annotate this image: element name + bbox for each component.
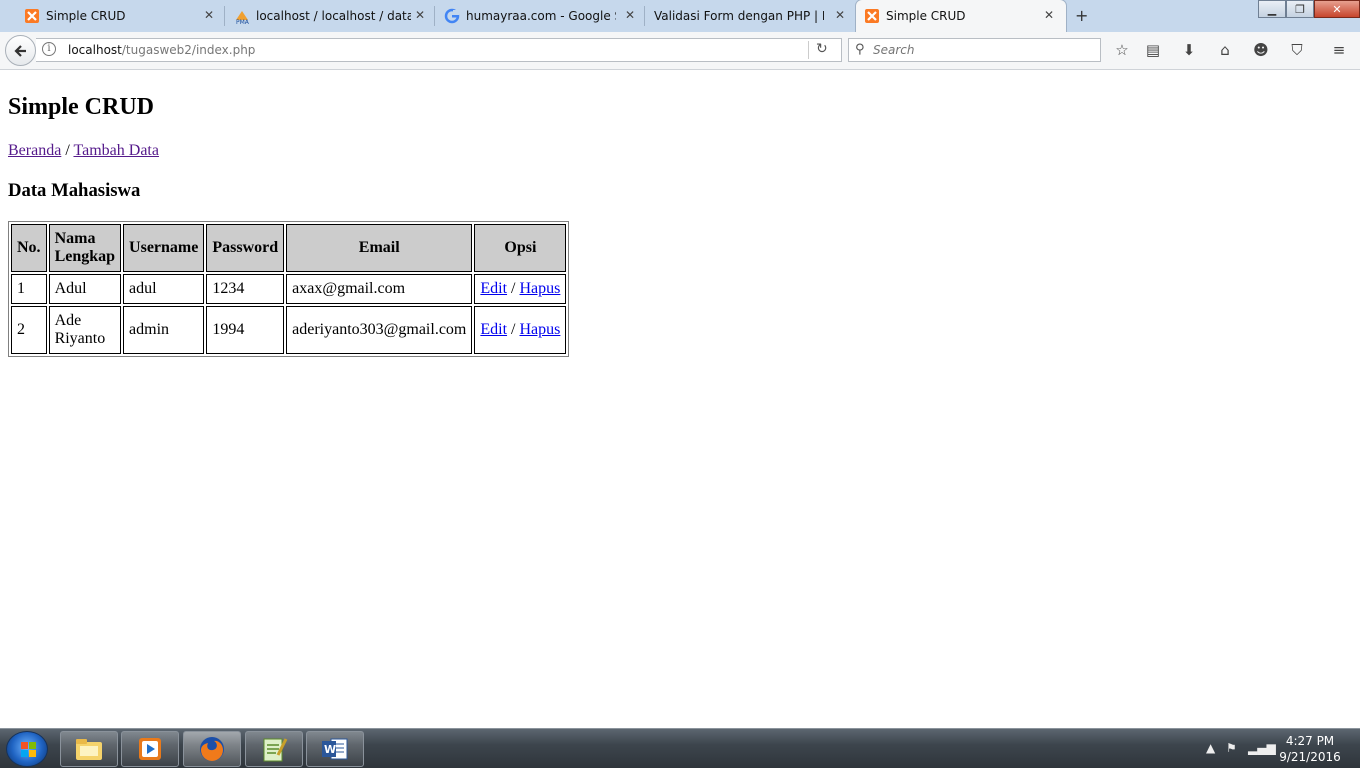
xampp-icon	[25, 9, 39, 23]
svg-text:PMA: PMA	[236, 19, 250, 24]
close-icon[interactable]: ✕	[625, 8, 635, 22]
tab-label: Simple CRUD	[886, 9, 966, 23]
action-separator: /	[507, 280, 520, 297]
hapus-link[interactable]: Hapus	[520, 280, 561, 297]
tab-phpmyadmin[interactable]: PMA localhost / localhost / data... ✕	[224, 0, 434, 32]
column-header: No.	[11, 224, 47, 272]
notepad-plus-icon	[263, 738, 288, 762]
breadcrumb-separator: /	[61, 142, 74, 159]
taskbar-file-explorer[interactable]	[60, 731, 118, 767]
search-bar[interactable]: ⚲	[848, 38, 1101, 62]
action-separator: /	[507, 321, 520, 338]
back-icon[interactable]	[5, 35, 36, 66]
column-header: Opsi	[474, 224, 567, 272]
search-icon: ⚲	[855, 42, 865, 57]
hapus-link[interactable]: Hapus	[520, 321, 561, 338]
cell-password: 1994	[206, 306, 285, 354]
show-hidden-icons-icon[interactable]: ▲	[1206, 741, 1215, 755]
pocket-icon[interactable]: ⛉	[1287, 40, 1307, 60]
bookmark-star-icon[interactable]: ☆	[1112, 40, 1132, 60]
firefox-icon	[200, 737, 224, 761]
cell-email: aderiyanto303@gmail.com	[286, 306, 473, 354]
tab-label: Validasi Form dengan PHP | H...	[654, 9, 824, 23]
close-icon[interactable]: ✕	[1044, 8, 1054, 22]
reload-icon[interactable]: ↻	[816, 41, 828, 57]
clock-time: 4:27 PM	[1285, 734, 1335, 748]
cell-nama: Adul	[48, 274, 122, 304]
search-input[interactable]	[873, 42, 1093, 58]
file-explorer-icon	[76, 739, 102, 760]
clock-date: 9/21/2016	[1279, 750, 1341, 764]
cell-opsi: Edit / Hapus	[474, 306, 567, 354]
windows-logo-icon	[21, 742, 37, 758]
table-row: 1 Adul adul 1234 axax@gmail.com Edit / H…	[11, 274, 567, 304]
minimize-icon[interactable]: ▁	[1258, 0, 1286, 18]
cell-username: adul	[123, 274, 205, 304]
google-icon	[444, 8, 460, 24]
download-icon[interactable]: ⬇	[1179, 40, 1199, 60]
taskbar-firefox[interactable]	[183, 731, 241, 767]
start-button[interactable]	[6, 731, 48, 767]
word-icon: W	[322, 738, 348, 760]
info-icon[interactable]: i	[42, 42, 56, 56]
tab-google[interactable]: humayraa.com - Google S... ✕	[434, 0, 644, 32]
taskbar-media-player[interactable]	[121, 731, 179, 767]
tab-simple-crud-1[interactable]: Simple CRUD ✕	[0, 0, 224, 32]
url-bar[interactable]: i localhost/tugasweb2/index.php ↻	[36, 38, 842, 62]
home-icon[interactable]: ⌂	[1215, 40, 1235, 60]
edit-link[interactable]: Edit	[480, 280, 507, 297]
page-title: Simple CRUD	[8, 94, 155, 120]
close-icon[interactable]: ✕	[415, 8, 425, 22]
tab-validasi-form[interactable]: Validasi Form dengan PHP | H... ✕	[644, 0, 854, 32]
cell-no: 2	[11, 306, 47, 354]
url-text[interactable]: localhost/tugasweb2/index.php	[68, 43, 255, 57]
tab-simple-crud-active[interactable]: Simple CRUD ✕	[856, 0, 1066, 32]
taskbar: W ▲ ⚑ ▂▄▆ 4:27 PM 9/21/2016	[0, 728, 1360, 768]
cell-password: 1234	[206, 274, 285, 304]
phpmyadmin-icon: PMA	[236, 11, 250, 24]
breadcrumb: Beranda / Tambah Data	[8, 142, 159, 160]
section-title: Data Mahasiswa	[8, 180, 141, 201]
mahasiswa-table: No. Nama Lengkap Username Password Email…	[8, 221, 570, 357]
hello-chat-icon[interactable]: ☻	[1251, 40, 1271, 60]
cell-email: axax@gmail.com	[286, 274, 473, 304]
column-header: Nama Lengkap	[48, 224, 122, 272]
xampp-icon	[865, 9, 879, 23]
media-player-icon	[139, 738, 161, 760]
table-row: 2 Ade Riyanto admin 1994 aderiyanto303@g…	[11, 306, 567, 354]
action-center-flag-icon[interactable]: ⚑	[1226, 741, 1237, 755]
svg-text:W: W	[324, 743, 336, 756]
tab-label: humayraa.com - Google S...	[466, 9, 616, 23]
column-header: Email	[286, 224, 473, 272]
clock[interactable]: 4:27 PM 9/21/2016	[1270, 733, 1350, 765]
cell-no: 1	[11, 274, 47, 304]
reading-list-icon[interactable]: ▤	[1143, 40, 1163, 60]
beranda-link[interactable]: Beranda	[8, 142, 61, 159]
cell-username: admin	[123, 306, 205, 354]
navigation-toolbar: i localhost/tugasweb2/index.php ↻ ⚲ ☆ ▤ …	[0, 32, 1360, 70]
window-controls: ▁ ❐ ✕	[1258, 0, 1360, 18]
cell-opsi: Edit / Hapus	[474, 274, 567, 304]
column-header: Username	[123, 224, 205, 272]
tab-strip: Simple CRUD ✕ PMA localhost / localhost …	[0, 0, 1360, 32]
restore-icon[interactable]: ❐	[1286, 0, 1314, 18]
tambah-data-link[interactable]: Tambah Data	[73, 142, 159, 159]
close-icon[interactable]: ✕	[835, 8, 845, 22]
tab-label: localhost / localhost / data...	[256, 9, 411, 23]
column-header: Password	[206, 224, 285, 272]
edit-link[interactable]: Edit	[480, 321, 507, 338]
window-close-icon[interactable]: ✕	[1314, 0, 1360, 18]
taskbar-word[interactable]: W	[306, 731, 364, 767]
table-header-row: No. Nama Lengkap Username Password Email…	[11, 224, 567, 272]
tab-label: Simple CRUD	[46, 9, 126, 23]
new-tab-icon[interactable]: +	[1075, 6, 1088, 25]
cell-nama: Ade Riyanto	[48, 306, 122, 354]
close-icon[interactable]: ✕	[204, 8, 214, 22]
menu-icon[interactable]: ≡	[1329, 40, 1349, 60]
taskbar-notepad-plus[interactable]	[245, 731, 303, 767]
